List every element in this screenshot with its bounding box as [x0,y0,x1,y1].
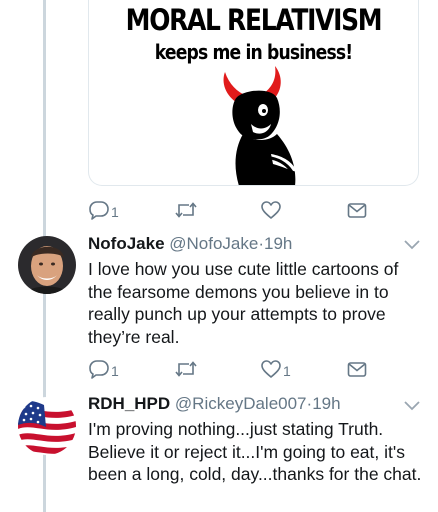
tweet-text: I'm proving nothing...just stating Truth… [88,419,422,484]
avatar[interactable] [18,236,76,294]
reply-button[interactable]: 1 [88,198,119,222]
tweet-actions-bar: 1 [88,198,388,222]
like-button[interactable] [260,198,283,222]
user-avatar-image-icon [18,236,76,294]
tweet-timestamp[interactable]: 19h [312,394,340,413]
retweet-icon [175,202,197,218]
retweet-icon [175,361,197,377]
display-name[interactable]: NofoJake [88,234,165,253]
avatar[interactable] [18,397,76,455]
reply-count: 1 [111,363,119,379]
like-count: 1 [283,363,291,379]
reply-count: 1 [111,204,119,220]
tweet-timestamp[interactable]: 19h [264,234,292,253]
tweet-media-image[interactable]: MORAL RELATIVISM keeps me in business! [88,0,419,186]
chevron-down-icon[interactable] [403,400,421,412]
devil-cartoon-icon [223,66,297,185]
envelope-icon [347,362,367,377]
retweet-button[interactable] [174,198,199,222]
user-handle[interactable]: @RickeyDale007 [175,394,307,413]
reply-icon [89,360,109,379]
display-name[interactable]: RDH_HPD [88,394,170,413]
envelope-icon [347,203,367,218]
retweet-button[interactable] [174,357,199,381]
reply-icon [89,201,109,220]
heart-icon [261,201,281,219]
like-button[interactable]: 1 [260,357,291,381]
user-handle[interactable]: @NofoJake [169,234,258,253]
tweet-header: NofoJake @NofoJake·19h [88,233,292,255]
tweet-text: I love how you use cute little cartoons … [88,259,399,347]
tweet-header: RDH_HPD @RickeyDale007·19h [88,393,341,415]
direct-message-button[interactable] [346,198,368,222]
reply-button[interactable]: 1 [88,357,119,381]
meme-subtitle-text: keeps me in business! [154,40,353,64]
meme-title-text: MORAL RELATIVISM [125,3,383,37]
direct-message-button[interactable] [346,357,368,381]
american-flag-avatar-icon [18,397,76,455]
chevron-down-icon[interactable] [403,239,421,251]
tweet-actions-bar: 1 1 [88,357,388,381]
heart-icon [261,360,281,378]
